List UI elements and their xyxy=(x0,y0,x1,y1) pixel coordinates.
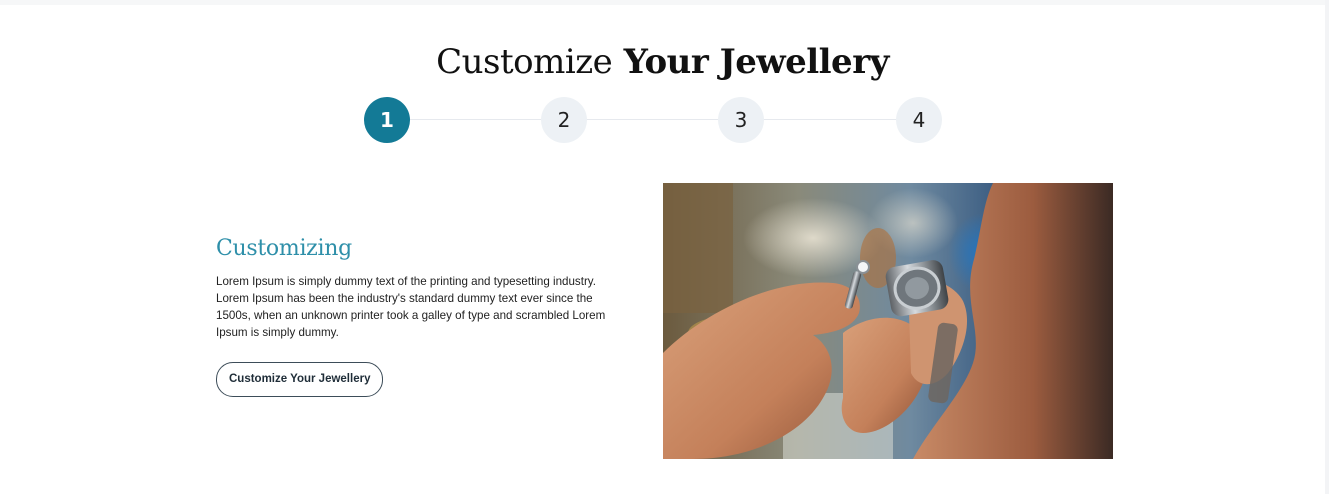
step-progress: 1 2 3 4 xyxy=(364,97,942,143)
step-1[interactable]: 1 xyxy=(364,97,410,143)
jeweller-photo xyxy=(663,183,1113,459)
page-title: Customize Your Jewellery xyxy=(0,42,1325,82)
step-content: Customizing Lorem Ipsum is simply dummy … xyxy=(216,236,636,397)
section-description: Lorem Ipsum is simply dummy text of the … xyxy=(216,275,606,339)
page-title-light: Customize xyxy=(436,41,613,82)
section-heading: Customizing xyxy=(216,236,352,261)
step-4[interactable]: 4 xyxy=(896,97,942,143)
jeweller-inspecting-ring-image xyxy=(663,183,1113,459)
step-2[interactable]: 2 xyxy=(541,97,587,143)
right-gutter xyxy=(1325,0,1329,494)
page-title-bold: Your Jewellery xyxy=(623,41,890,82)
customize-jewellery-button[interactable]: Customize Your Jewellery xyxy=(216,362,384,397)
page: Customize Your Jewellery 1 2 3 4 Customi… xyxy=(0,5,1325,494)
step-3[interactable]: 3 xyxy=(718,97,764,143)
stepper-connector-line xyxy=(387,119,919,120)
